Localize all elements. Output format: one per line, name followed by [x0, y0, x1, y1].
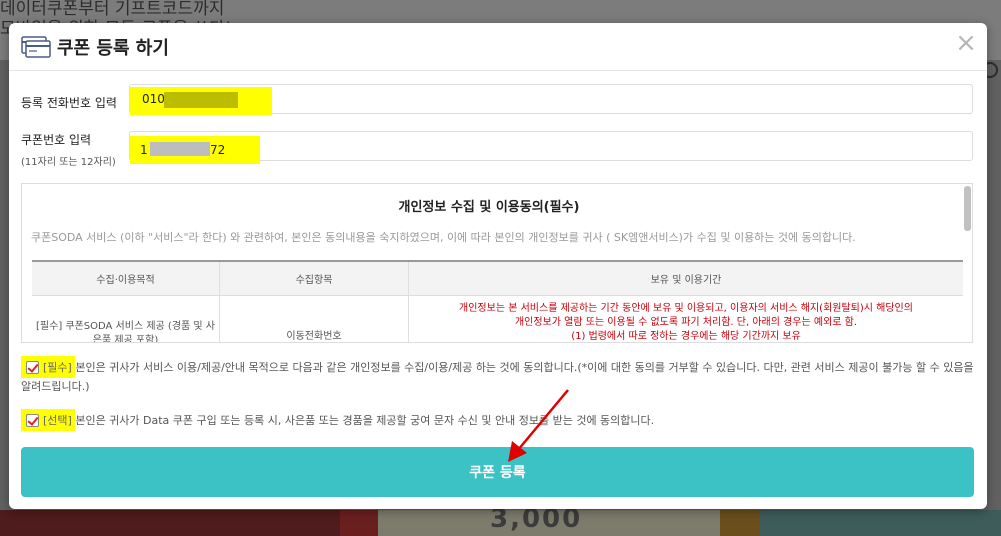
privacy-terms-box[interactable]: 개인정보 수집 및 이용동의(필수) 쿠폰SODA 서비스 (이하 "서비스"라…: [21, 183, 973, 343]
terms-table: 수집·이용목적 수집항목 보유 및 이용기간 [필수] 쿠폰SODA 서비스 제…: [32, 260, 964, 343]
terms-purpose-text: [필수] 쿠폰SODA 서비스 제공 (경품 및 사은품 제공 포함): [36, 321, 215, 343]
terms-retention-line-3: (1) 법령에서 따로 정하는 경우에는 해당 기간까지 보유: [571, 331, 801, 342]
optional-agreement-text: 본인은 귀사가 Data 쿠폰 구입 또는 등록 시, 사은품 또는 경품을 제…: [71, 414, 655, 427]
terms-header-retention: 보유 및 이용기간: [408, 260, 963, 296]
coupon-redaction: [150, 142, 210, 156]
close-icon[interactable]: ×: [954, 29, 978, 57]
terms-cell-items: 이동전화번호: [219, 295, 409, 342]
coupon-register-modal: 쿠폰 등록 하기 × 등록 전화번호 입력 010 쿠폰번호 입력 (11자리 …: [9, 23, 987, 509]
coupon-submit-button[interactable]: 쿠폰 등록: [21, 447, 974, 497]
background-tile: [760, 510, 1001, 536]
phone-redaction: [164, 92, 238, 108]
background-tile: [340, 510, 378, 536]
phone-label: 등록 전화번호 입력: [21, 96, 117, 110]
coupon-label: 쿠폰번호 입력: [21, 133, 92, 147]
modal-header: 쿠폰 등록 하기 ×: [9, 23, 987, 71]
terms-cell-purpose: [필수] 쿠폰SODA 서비스 제공 (경품 및 사은품 제공 포함): [32, 295, 220, 343]
terms-description: 쿠폰SODA 서비스 (이하 "서비스"라 한다) 와 관련하여, 본인은 동의…: [31, 231, 856, 244]
required-agreement: [필수] 본인은 귀사가 서비스 이용/제공/안내 목적으로 다음과 같은 개인…: [21, 358, 981, 396]
terms-scrollbar[interactable]: [964, 186, 971, 231]
phone-input[interactable]: 010: [129, 84, 973, 115]
coupon-card-icon: [21, 36, 51, 58]
optional-tag: [선택]: [43, 414, 72, 427]
background-tiles: 3,000: [0, 504, 1001, 536]
required-tag: [필수]: [43, 361, 72, 374]
coupon-value-start: 1: [140, 143, 148, 157]
terms-retention-line-2: 개인정보가 열람 또는 이용될 수 없도록 파기 처리함. 단, 아래의 경우는…: [514, 317, 858, 328]
background-tile: [0, 510, 340, 536]
terms-retention-line-1: 개인정보는 본 서비스를 제공하는 기간 동안에 보유 및 이용되고, 이용자의…: [459, 303, 913, 314]
phone-value: 010: [142, 92, 165, 106]
terms-items-text: 이동전화번호: [286, 331, 342, 342]
coupon-value-end: 72: [210, 143, 226, 157]
terms-cell-retention: 개인정보는 본 서비스를 제공하는 기간 동안에 보유 및 이용되고, 이용자의…: [409, 296, 964, 342]
terms-header-items: 수집항목: [219, 260, 409, 296]
optional-agreement: [선택] 본인은 귀사가 Data 쿠폰 구입 또는 등록 시, 사은품 또는 …: [21, 411, 981, 430]
coupon-input[interactable]: 1 72: [129, 131, 973, 164]
required-agreement-text: 본인은 귀사가 서비스 이용/제공/안내 목적으로 다음과 같은 개인정보를 수…: [21, 361, 974, 393]
modal-title: 쿠폰 등록 하기: [57, 38, 169, 59]
terms-header-purpose: 수집·이용목적: [32, 260, 220, 296]
background-tile: [720, 510, 760, 536]
terms-title: 개인정보 수집 및 이용동의(필수): [398, 200, 580, 215]
coupon-length-hint: (11자리 또는 12자리): [21, 157, 116, 168]
